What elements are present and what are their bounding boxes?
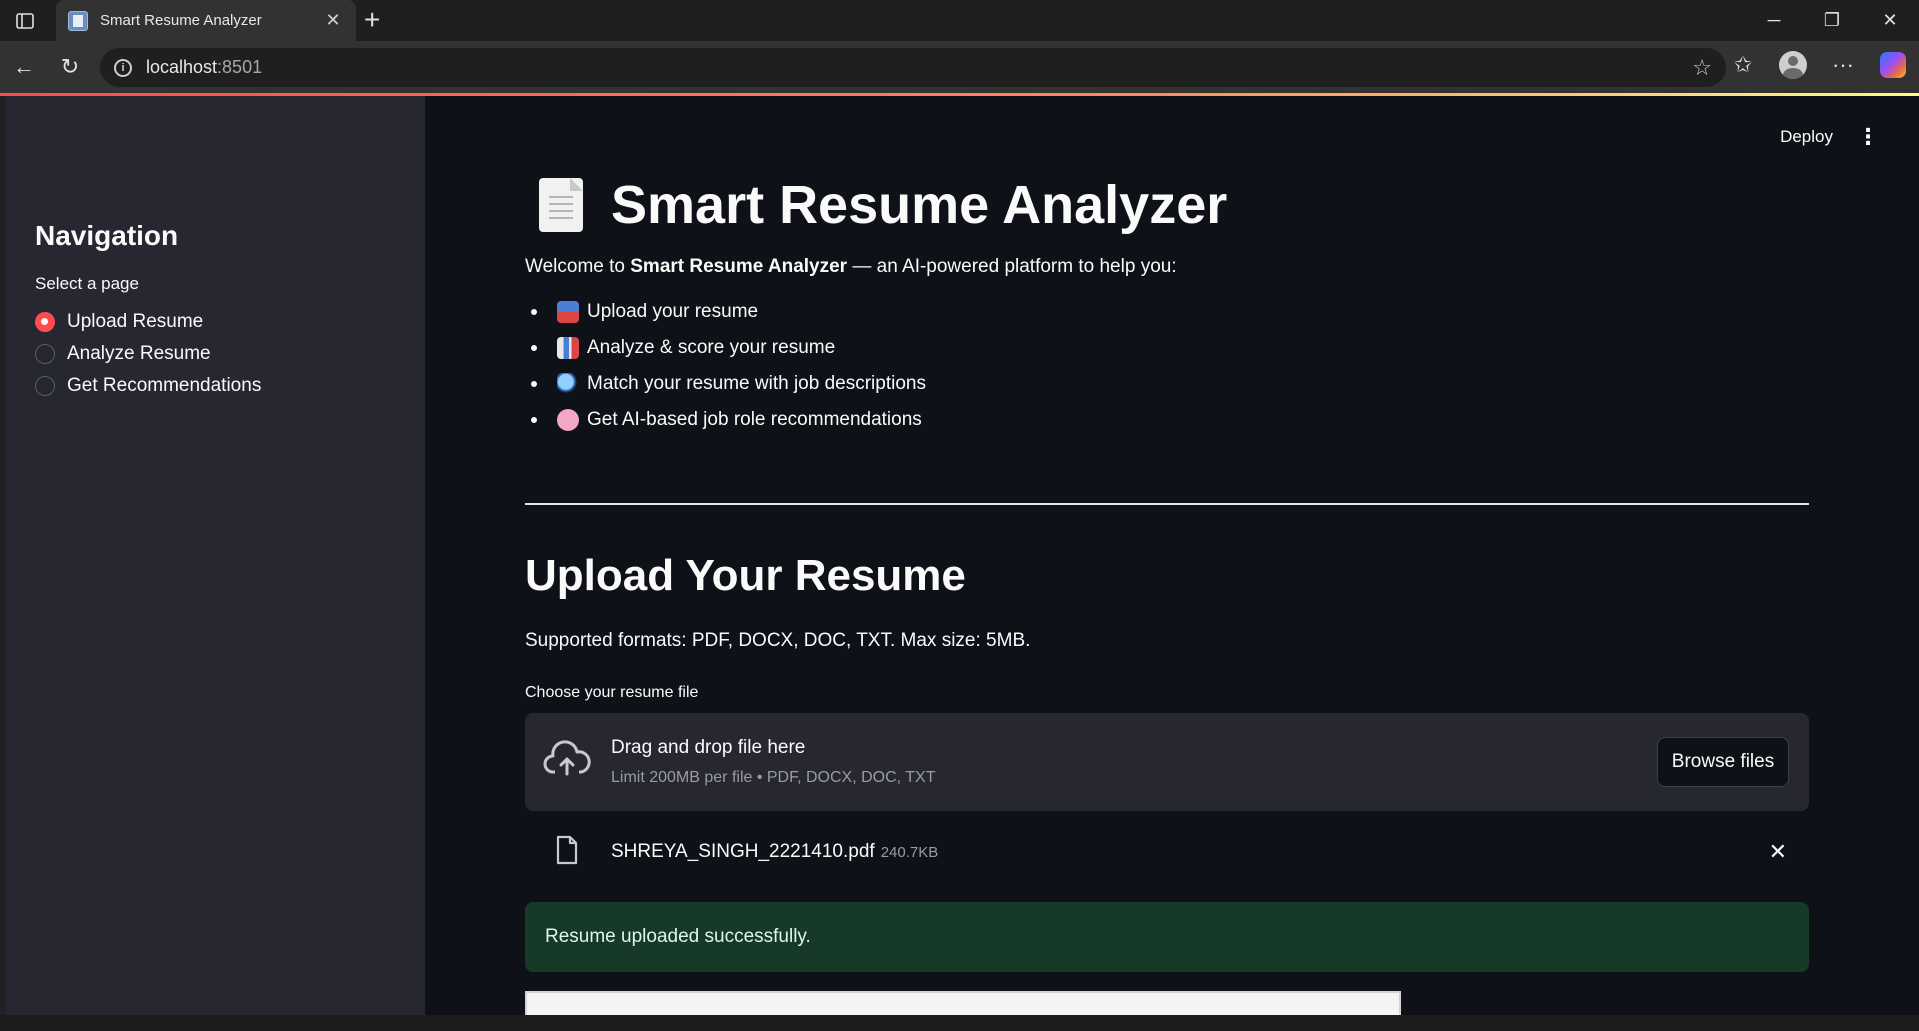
remove-file-icon[interactable]: ✕ xyxy=(1769,839,1787,865)
address-toolbar: ← ↻ i localhost:8501 ☆ ✩ ··· xyxy=(0,41,1919,93)
uploaded-file-row: SHREYA_SINGH_2221410.pdf 240.7KB ✕ xyxy=(525,827,1809,875)
success-alert: Resume uploaded successfully. xyxy=(525,902,1809,972)
toolbar-right: ✩ ··· xyxy=(1727,49,1909,81)
list-item: Analyze & score your resume xyxy=(525,330,926,366)
radio-button-selected[interactable] xyxy=(35,312,55,332)
pdf-viewer-toolbar[interactable] xyxy=(525,991,1401,1015)
page-title: Smart Resume Analyzer xyxy=(611,175,1228,235)
list-item: Upload your resume xyxy=(525,294,926,330)
dropzone-limits: Limit 200MB per file • PDF, DOCX, DOC, T… xyxy=(611,769,936,786)
sidebar-title: Navigation xyxy=(35,220,179,251)
sidebar: Navigation Select a page Upload Resume A… xyxy=(6,96,425,1015)
browser-tab[interactable]: Smart Resume Analyzer ✕ xyxy=(56,0,356,41)
tab-actions-icon[interactable] xyxy=(14,10,36,32)
site-info-icon[interactable]: i xyxy=(114,58,132,77)
file-dropzone[interactable]: Drag and drop file here Limit 200MB per … xyxy=(525,713,1809,811)
inbox-tray-icon xyxy=(557,301,579,323)
main-menu-icon[interactable]: ⋮ xyxy=(1857,124,1879,150)
formats-text: Supported formats: PDF, DOCX, DOC, TXT. … xyxy=(525,630,1031,651)
file-name: SHREYA_SINGH_2221410.pdf 240.7KB xyxy=(611,841,939,862)
radio-group-label: Select a page xyxy=(35,274,139,293)
page-facing-up-icon xyxy=(539,178,583,232)
radio-button[interactable] xyxy=(35,344,55,364)
favorites-icon[interactable]: ✩ xyxy=(1727,49,1759,81)
avatar xyxy=(1779,51,1807,79)
radio-upload-resume[interactable]: Upload Resume xyxy=(35,306,425,338)
radio-label: Get Recommendations xyxy=(67,375,262,396)
tab-title: Smart Resume Analyzer xyxy=(100,12,262,29)
address-bar[interactable]: i localhost:8501 ☆ xyxy=(100,48,1726,87)
deploy-button[interactable]: Deploy xyxy=(1780,127,1833,147)
file-size: 240.7KB xyxy=(880,844,939,861)
radio-label: Upload Resume xyxy=(67,311,204,332)
os-taskbar xyxy=(0,1015,1919,1031)
file-icon xyxy=(556,835,578,865)
cloud-upload-icon xyxy=(543,740,591,776)
favicon-icon xyxy=(68,10,88,31)
welcome-text: Welcome to Smart Resume Analyzer — an AI… xyxy=(525,256,1177,277)
dropzone-instructions: Drag and drop file here xyxy=(611,737,806,758)
favorite-star-icon[interactable]: ☆ xyxy=(1692,55,1712,81)
tab-bar: Smart Resume Analyzer ✕ + ─ ❐ ✕ xyxy=(0,0,1919,41)
list-item: Get AI-based job role recommendations xyxy=(525,402,926,438)
new-tab-icon[interactable]: + xyxy=(364,6,380,34)
radio-get-recommendations[interactable]: Get Recommendations xyxy=(35,370,425,402)
url-text[interactable]: localhost:8501 xyxy=(146,57,1692,78)
magnifier-icon xyxy=(557,373,579,395)
radio-analyze-resume[interactable]: Analyze Resume xyxy=(35,338,425,370)
more-options-icon[interactable]: ··· xyxy=(1827,49,1859,81)
section-heading: Upload Your Resume xyxy=(525,551,966,600)
browser-window: Smart Resume Analyzer ✕ + ─ ❐ ✕ ← ↻ i lo… xyxy=(0,0,1919,1031)
profile-icon[interactable] xyxy=(1777,49,1809,81)
brain-icon xyxy=(557,409,579,431)
window-controls: ─ ❐ ✕ xyxy=(1745,0,1919,41)
reload-icon[interactable]: ↻ xyxy=(56,53,84,81)
page-title-row: Smart Resume Analyzer xyxy=(525,174,1227,236)
app-header: Deploy ⋮ xyxy=(1780,124,1879,150)
copilot-icon[interactable] xyxy=(1877,49,1909,81)
radio-label: Analyze Resume xyxy=(67,343,211,364)
restore-icon[interactable]: ❐ xyxy=(1803,0,1861,41)
uploader-label: Choose your resume file xyxy=(525,684,699,701)
feature-list: Upload your resume Analyze & score your … xyxy=(525,294,926,438)
browse-files-button[interactable]: Browse files xyxy=(1657,737,1789,787)
main-content: Deploy ⋮ Smart Resume Analyzer Welcome t… xyxy=(425,96,1919,1015)
radio-button[interactable] xyxy=(35,376,55,396)
close-tab-icon[interactable]: ✕ xyxy=(322,10,344,31)
minimize-icon[interactable]: ─ xyxy=(1745,0,1803,41)
bar-chart-icon xyxy=(557,337,579,359)
close-window-icon[interactable]: ✕ xyxy=(1861,0,1919,41)
copilot-logo xyxy=(1880,52,1906,78)
streamlit-app: Navigation Select a page Upload Resume A… xyxy=(6,96,1919,1015)
list-item: Match your resume with job descriptions xyxy=(525,366,926,402)
divider xyxy=(525,503,1809,505)
back-arrow-icon[interactable]: ← xyxy=(10,53,38,81)
